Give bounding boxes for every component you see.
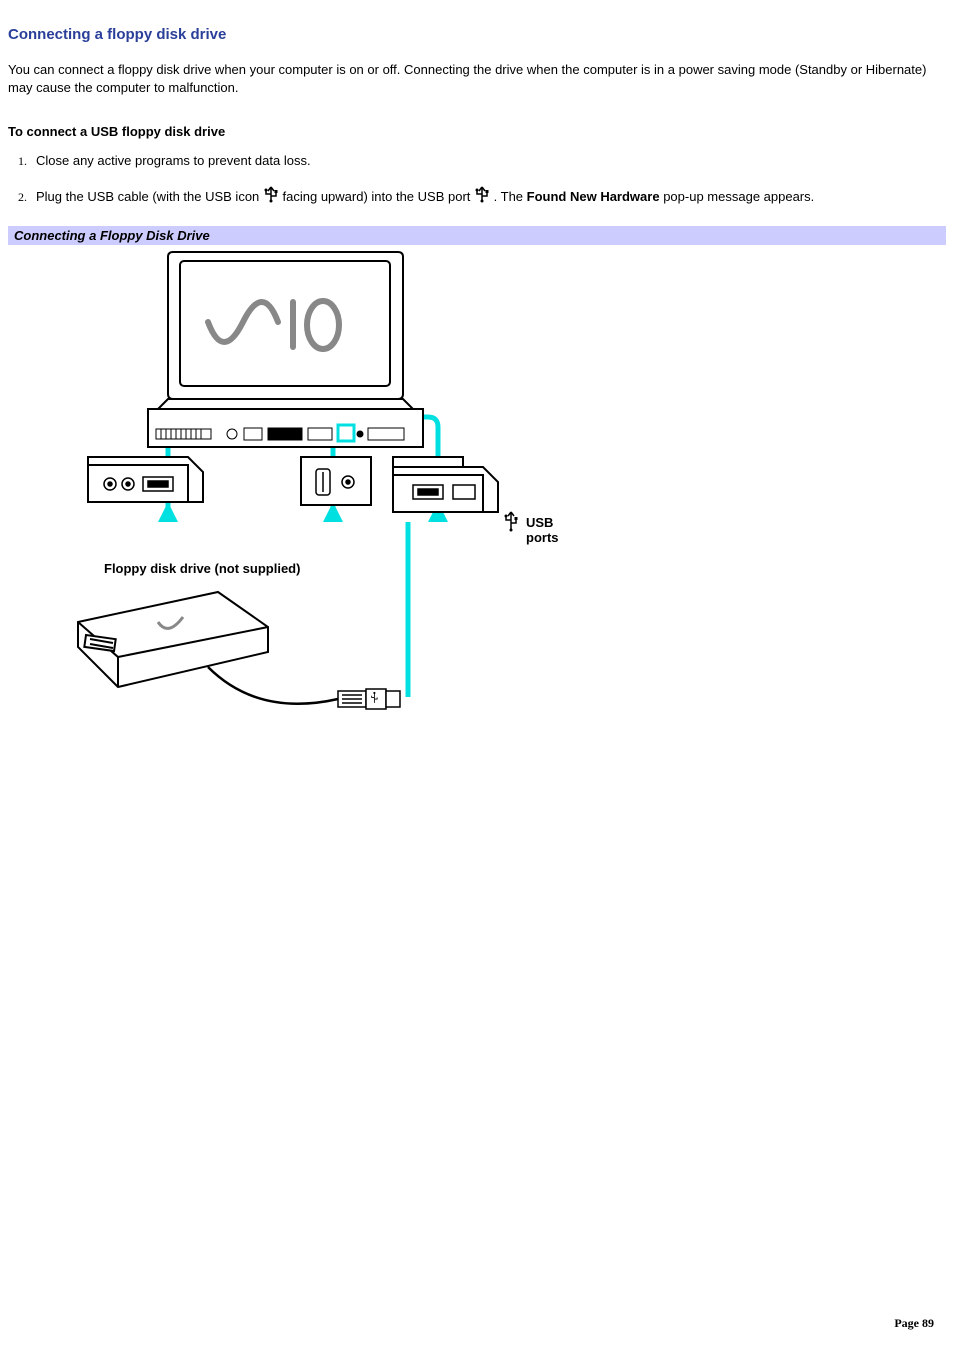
figure-caption: Connecting a Floppy Disk Drive <box>8 226 946 245</box>
usb-ports-label: USB ports <box>526 515 568 545</box>
steps-list: Close any active programs to prevent dat… <box>30 153 946 208</box>
page-number: Page 89 <box>894 1316 934 1331</box>
step2-part4: pop-up message appears. <box>663 189 814 204</box>
intro-paragraph: You can connect a floppy disk drive when… <box>8 61 946 96</box>
step2-part2: facing upward) into the USB port <box>283 189 475 204</box>
page-heading: Connecting a floppy disk drive <box>8 26 946 43</box>
usb-trident-icon <box>505 512 518 532</box>
usb-trident-icon <box>263 185 279 206</box>
step-1-text: Close any active programs to prevent dat… <box>36 153 311 168</box>
diagram-svg <box>8 247 568 767</box>
step2-part1: Plug the USB cable (with the USB icon <box>36 189 263 204</box>
step2-part3: . The <box>494 189 527 204</box>
step2-bold: Found New Hardware <box>527 189 660 204</box>
subheading: To connect a USB floppy disk drive <box>8 124 946 139</box>
usb-trident-icon <box>474 185 490 206</box>
step-2: Plug the USB cable (with the USB icon fa… <box>30 187 946 208</box>
step-2-text: Plug the USB cable (with the USB icon fa… <box>36 189 814 204</box>
step-1: Close any active programs to prevent dat… <box>30 153 946 169</box>
floppy-drive-label: Floppy disk drive (not supplied) <box>104 561 300 576</box>
diagram-area: USB ports Floppy disk drive (not supplie… <box>8 247 568 747</box>
